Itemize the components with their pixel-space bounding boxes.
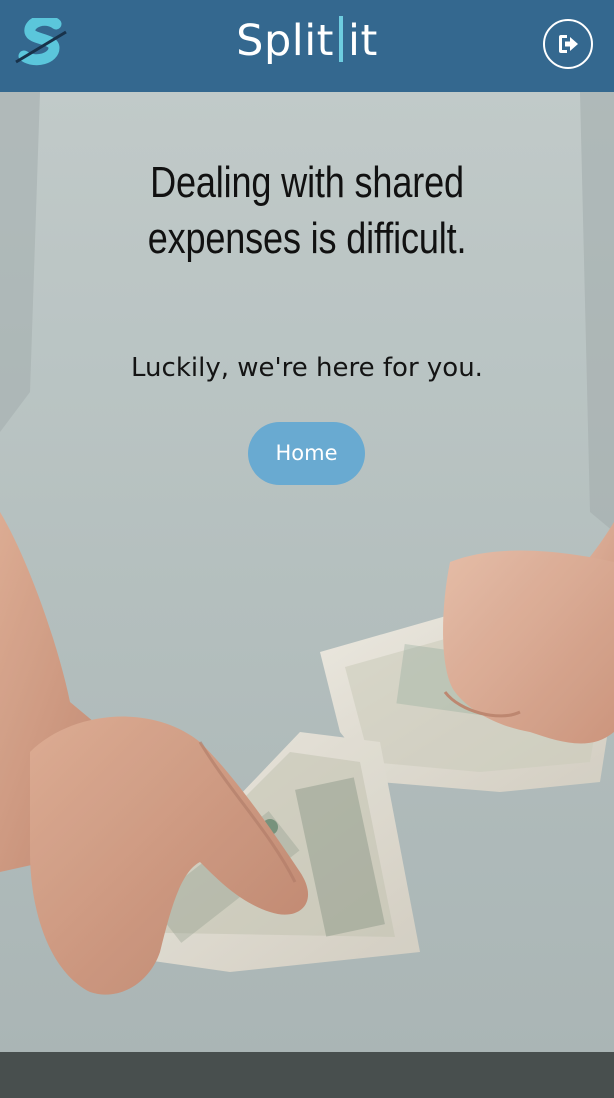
hero-subline: Luckily, we're here for you.	[131, 353, 483, 383]
home-button[interactable]: Home	[248, 422, 365, 485]
landing-page: Split it Dealing with shared expenses is …	[0, 0, 614, 1098]
logout-button[interactable]	[543, 19, 593, 69]
top-navbar: Split it	[0, 0, 614, 92]
brand-divider	[339, 16, 344, 62]
brand-name-right: it	[348, 16, 378, 66]
brand-name: Split it	[0, 14, 614, 68]
sign-out-icon	[559, 35, 578, 53]
brand-name-left: Split	[236, 16, 335, 66]
hero-headline: Dealing with shared expenses is difficul…	[147, 158, 467, 263]
